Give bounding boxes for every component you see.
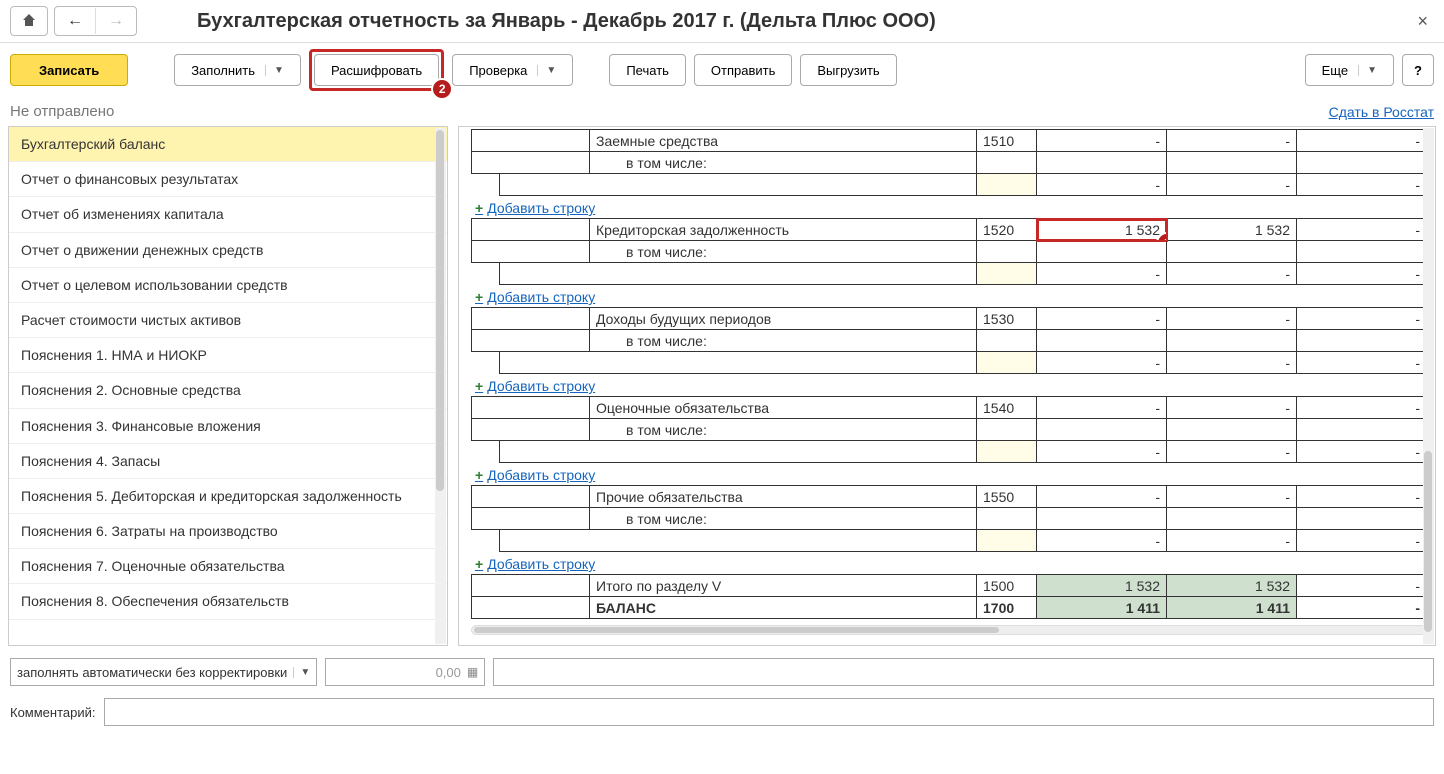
sidebar-item-balance[interactable]: Бухгалтерский баланс [9,127,447,162]
row-code: 1520 [977,219,1037,241]
row-name: Оценочные обязательства [590,397,977,419]
cell-value[interactable]: - [1037,486,1167,508]
including-label: в том числе: [590,330,977,352]
decipher-button[interactable]: Расшифровать [314,54,439,86]
sidebar-item-expl1[interactable]: Пояснения 1. НМА и НИОКР [9,338,447,373]
content-vscroll[interactable] [1423,128,1434,644]
including-label: в том числе: [590,508,977,530]
add-row-link[interactable]: +Добавить строку [475,556,595,572]
chevron-down-icon: ▼ [537,65,556,76]
cell-value: - [1297,575,1427,597]
sidebar-item-cashflow[interactable]: Отчет о движении денежных средств [9,233,447,268]
status-text: Не отправлено [10,103,114,120]
including-label: в том числе: [590,152,977,174]
decipher-highlight: Расшифровать 2 [309,49,444,91]
cell-value: - [1297,597,1427,619]
cell-value: 1 532 [1167,575,1297,597]
send-button[interactable]: Отправить [694,54,792,86]
sidebar-item-expl7[interactable]: Пояснения 7. Оценочные обязательства [9,549,447,584]
write-button[interactable]: Записать [10,54,128,86]
row-balance: БАЛАНС [590,597,977,619]
cell-value[interactable]: - [1297,397,1427,419]
cell-value[interactable]: - [1297,486,1427,508]
more-button[interactable]: Еще ▼ [1305,54,1394,86]
add-row-link[interactable]: +Добавить строку [475,289,595,305]
content-pane: Заемные средства 1510 - - - в том числе:… [458,126,1436,646]
sidebar-item-expl3[interactable]: Пояснения 3. Финансовые вложения [9,409,447,444]
cell-value: 1 411 [1037,597,1167,619]
cell-value[interactable]: - [1297,219,1427,241]
plus-icon: + [475,289,483,305]
cell-value[interactable]: - [1167,397,1297,419]
nav-back-forward[interactable]: ← → [54,6,137,36]
row-code: 1700 [977,597,1037,619]
cell-value[interactable]: - [1037,308,1167,330]
sidebar-item-expl4[interactable]: Пояснения 4. Запасы [9,444,447,479]
fill-mode-combo[interactable]: заполнять автоматически без корректировк… [10,658,317,686]
cell-value[interactable]: - [1167,130,1297,152]
plus-icon: + [475,378,483,394]
comment-label: Комментарий: [10,705,96,720]
including-label: в том числе: [590,241,977,263]
cell-value[interactable]: - [1167,486,1297,508]
cell-value-highlighted[interactable]: 1 532 1 [1037,219,1167,241]
page-title: Бухгалтерская отчетность за Январь - Дек… [197,10,1411,33]
aux-input[interactable] [493,658,1434,686]
rosstat-link[interactable]: Сдать в Росстат [1329,104,1434,120]
unload-button[interactable]: Выгрузить [800,54,896,86]
sidebar-item-expl5[interactable]: Пояснения 5. Дебиторская и кредиторская … [9,479,447,514]
cell-value: 1 411 [1167,597,1297,619]
plus-icon: + [475,556,483,572]
numeric-input[interactable]: 0,00 ▦ [325,658,485,686]
including-label: в том числе: [590,419,977,441]
sidebar-item-finresults[interactable]: Отчет о финансовых результатах [9,162,447,197]
row-name: Кредиторская задолженность [590,219,977,241]
row-code: 1550 [977,486,1037,508]
cell-value[interactable]: - [1037,130,1167,152]
add-row-link[interactable]: +Добавить строку [475,467,595,483]
home-icon [21,12,37,31]
plus-icon: + [475,200,483,216]
cell-value[interactable]: 1 532 [1167,219,1297,241]
cell-value[interactable]: - [1297,308,1427,330]
sidebar-item-expl6[interactable]: Пояснения 6. Затраты на производство [9,514,447,549]
row-name: Доходы будущих периодов [590,308,977,330]
plus-icon: + [475,467,483,483]
chevron-down-icon: ▼ [293,667,310,678]
cell-value[interactable]: - [1297,130,1427,152]
chevron-down-icon: ▼ [265,65,284,76]
fill-button[interactable]: Заполнить ▼ [174,54,301,86]
sidebar-item-capital[interactable]: Отчет об изменениях капитала [9,197,447,232]
row-code: 1500 [977,575,1037,597]
content-hscroll[interactable] [471,625,1427,635]
cell-value: 1 532 [1037,575,1167,597]
home-button[interactable] [10,6,48,36]
sidebar-item-targets[interactable]: Отчет о целевом использовании средств [9,268,447,303]
close-button[interactable]: × [1411,11,1434,32]
sidebar: Бухгалтерский баланс Отчет о финансовых … [8,126,448,646]
add-row-link[interactable]: +Добавить строку [475,378,595,394]
forward-icon[interactable]: → [96,8,136,34]
row-name: Заемные средства [590,130,977,152]
row-code: 1510 [977,130,1037,152]
cell-value[interactable]: - [1167,308,1297,330]
row-code: 1540 [977,397,1037,419]
check-button[interactable]: Проверка ▼ [452,54,573,86]
sidebar-item-expl8[interactable]: Пояснения 8. Обеспечения обязательств [9,584,447,619]
print-button[interactable]: Печать [609,54,686,86]
help-button[interactable]: ? [1402,54,1434,86]
chevron-down-icon: ▼ [1358,65,1377,76]
row-name: Прочие обязательства [590,486,977,508]
sidebar-scroll[interactable] [435,128,446,644]
row-total-section: Итого по разделу V [590,575,977,597]
cell-value[interactable]: - [1037,397,1167,419]
sidebar-item-expl2[interactable]: Пояснения 2. Основные средства [9,373,447,408]
calculator-icon: ▦ [467,665,478,679]
comment-input[interactable] [104,698,1435,726]
add-row-link[interactable]: +Добавить строку [475,200,595,216]
row-code: 1530 [977,308,1037,330]
back-icon[interactable]: ← [55,8,96,34]
sidebar-item-netassets[interactable]: Расчет стоимости чистых активов [9,303,447,338]
